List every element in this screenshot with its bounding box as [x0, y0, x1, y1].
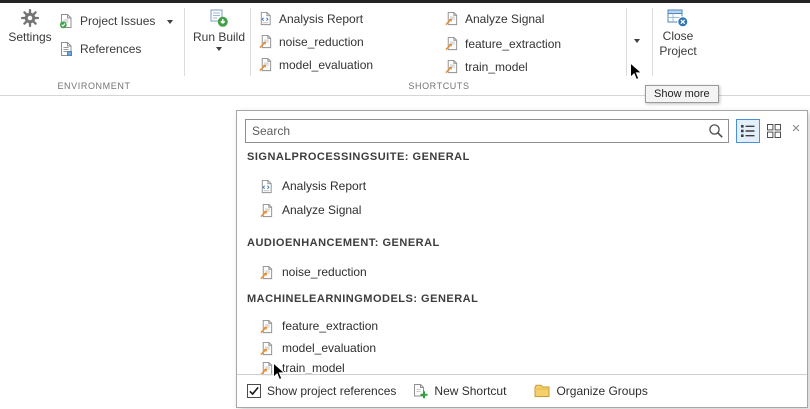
gallery-show-more-button[interactable]: [627, 6, 647, 76]
popup-item-label: feature_extraction: [282, 319, 378, 333]
close-project-button[interactable]: Close Project: [655, 8, 701, 58]
shortcuts-popup: × SIGNALPROCESSINGSUITE: GENERAL Analysi…: [236, 110, 808, 408]
show-project-references-label: Show project references: [267, 384, 396, 398]
gallery-item-label: Analysis Report: [279, 12, 363, 26]
show-more-tooltip: Show more: [645, 85, 719, 103]
organize-groups-icon: [534, 383, 550, 399]
show-project-references-checkbox[interactable]: Show project references: [247, 384, 396, 398]
checkbox-checked-icon: [247, 384, 261, 398]
popup-item-analyze-signal[interactable]: Analyze Signal: [259, 201, 361, 219]
shortcut-icon: [259, 265, 274, 280]
popup-item-label: noise_reduction: [282, 265, 367, 279]
close-project-icon: [667, 8, 689, 28]
new-shortcut-button[interactable]: New Shortcut: [412, 383, 506, 399]
gear-icon: [20, 8, 40, 28]
run-build-label: Run Build: [193, 31, 245, 44]
group-header-machinelearningmodels: MACHINELEARNINGMODELS: GENERAL: [247, 293, 478, 305]
gallery-item-label: model_evaluation: [279, 58, 373, 72]
gallery-item-train-model[interactable]: train_model: [444, 59, 528, 74]
shortcut-icon: [444, 36, 459, 51]
list-view-toggle[interactable]: [736, 119, 760, 143]
popup-close-button[interactable]: ×: [788, 120, 804, 138]
report-icon: [259, 179, 274, 194]
gallery-item-label: noise_reduction: [279, 35, 364, 49]
shortcut-icon: [258, 57, 273, 72]
gallery-item-label: feature_extraction: [465, 37, 561, 51]
window-top-edge: [0, 0, 810, 3]
popup-item-feature-extraction[interactable]: feature_extraction: [259, 317, 378, 335]
close-project-label-line2: Project: [659, 45, 696, 58]
gallery-item-label: train_model: [465, 60, 528, 74]
settings-label: Settings: [8, 31, 51, 44]
project-issues-dropdown-caret[interactable]: [167, 20, 173, 24]
organize-groups-label: Organize Groups: [556, 384, 647, 398]
shortcuts-section-label: SHORTCUTS: [252, 81, 626, 91]
gallery-item-feature-extraction[interactable]: feature_extraction: [444, 36, 561, 51]
close-project-label-line1: Close: [663, 30, 694, 43]
new-shortcut-icon: [412, 383, 428, 399]
popup-item-analysis-report[interactable]: Analysis Report: [259, 177, 366, 195]
run-build-icon: [209, 8, 229, 28]
separator: [250, 8, 251, 76]
project-toolstrip: Settings Project Issues References ENVIR…: [0, 0, 810, 96]
shortcut-icon: [444, 11, 459, 26]
references-button[interactable]: References: [58, 41, 141, 57]
shortcut-icon: [259, 203, 274, 218]
search-icon: [708, 123, 724, 139]
references-doc-icon: [58, 41, 74, 57]
gallery-item-analyze-signal[interactable]: Analyze Signal: [444, 11, 544, 26]
group-header-audioenhancement: AUDIOENHANCEMENT: GENERAL: [247, 237, 440, 249]
gallery-item-label: Analyze Signal: [465, 12, 544, 26]
gallery-item-noise-reduction[interactable]: noise_reduction: [258, 34, 364, 49]
grid-view-toggle[interactable]: [762, 119, 786, 143]
grid-view-icon: [766, 123, 782, 139]
environment-section-label: ENVIRONMENT: [4, 81, 184, 91]
gallery-item-model-evaluation[interactable]: model_evaluation: [258, 57, 373, 72]
popup-item-label: Analysis Report: [282, 179, 366, 193]
settings-button[interactable]: Settings: [6, 8, 54, 44]
issues-doc-icon: [58, 13, 74, 29]
gallery-item-analysis-report[interactable]: Analysis Report: [258, 11, 363, 26]
gallery-show-more-caret: [634, 39, 640, 43]
project-issues-button[interactable]: Project Issues: [58, 13, 155, 29]
search-input[interactable]: [245, 119, 729, 143]
organize-groups-button[interactable]: Organize Groups: [534, 383, 647, 399]
group-header-signalprocessingsuite: SIGNALPROCESSINGSUITE: GENERAL: [247, 151, 470, 163]
popup-item-label: model_evaluation: [282, 341, 376, 355]
run-build-button[interactable]: Run Build: [190, 8, 248, 51]
shortcut-icon: [258, 34, 273, 49]
shortcut-icon: [444, 59, 459, 74]
popup-item-label: Analyze Signal: [282, 203, 361, 217]
list-view-icon: [740, 123, 756, 139]
popup-footer: Show project references New Shortcut Org…: [237, 374, 807, 407]
popup-item-model-evaluation[interactable]: model_evaluation: [259, 339, 376, 357]
project-issues-label: Project Issues: [80, 14, 155, 28]
report-icon: [258, 11, 273, 26]
shortcut-icon: [259, 319, 274, 334]
new-shortcut-label: New Shortcut: [434, 384, 506, 398]
run-build-dropdown-caret: [216, 47, 222, 51]
shortcut-icon: [259, 341, 274, 356]
separator: [184, 8, 185, 76]
references-label: References: [80, 42, 141, 56]
separator: [652, 8, 653, 76]
popup-item-noise-reduction[interactable]: noise_reduction: [259, 263, 367, 281]
popup-item-label: train_model: [282, 361, 345, 375]
